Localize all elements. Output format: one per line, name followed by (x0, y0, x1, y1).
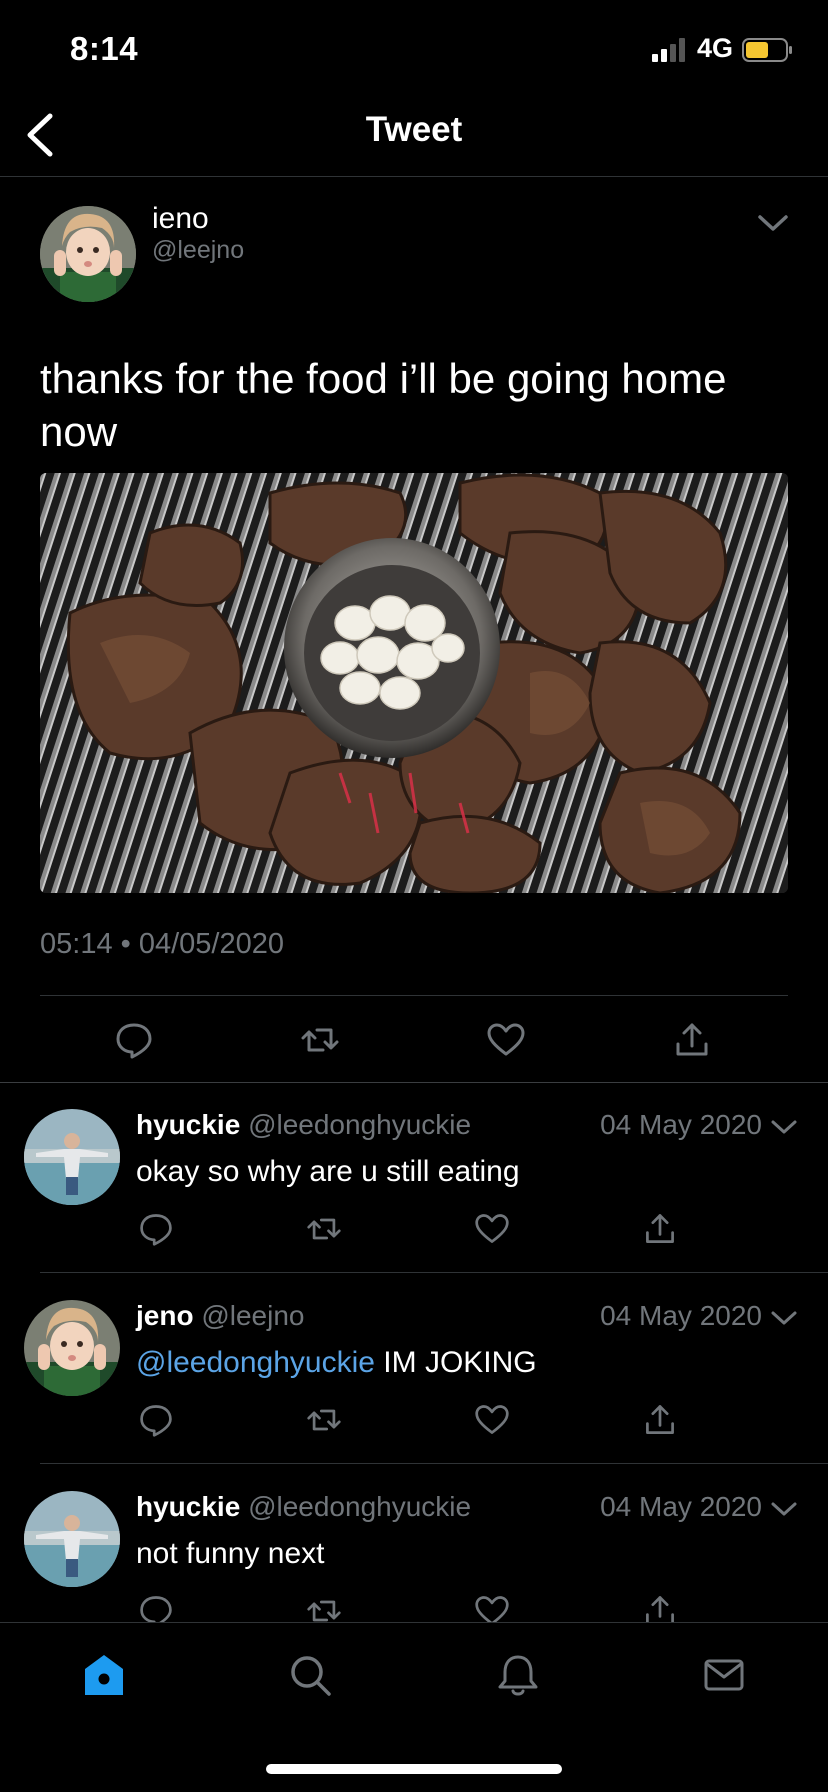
retweet-icon[interactable] (306, 1402, 342, 1438)
reply-text-body: not funny next (136, 1537, 325, 1570)
reply-author-name[interactable]: hyuckie (136, 1491, 240, 1522)
page-title: Tweet (365, 110, 463, 149)
reply-author-handle[interactable]: @leedonghyuckie (248, 1491, 471, 1522)
status-time: 8:14 (70, 30, 139, 67)
like-icon[interactable] (486, 1020, 526, 1060)
reply-header: jeno @leejno (136, 1300, 305, 1332)
reply-tweet[interactable]: hyuckie @leedonghyuckie 04 May 2020 okay… (0, 1083, 828, 1273)
reply-header: hyuckie @leedonghyuckie (136, 1491, 471, 1523)
reply-text: okay so why are u still eating (136, 1155, 520, 1189)
reply-author-handle[interactable]: @leejno (201, 1300, 304, 1331)
divider (40, 1272, 828, 1273)
status-bar: 8:14 4G (0, 0, 828, 100)
reply-text: not funny next (136, 1537, 324, 1571)
share-icon[interactable] (672, 1020, 712, 1060)
tweet-time: 05:14 (40, 928, 113, 960)
reply-author-handle[interactable]: @leedonghyuckie (248, 1109, 471, 1140)
reply-actions (136, 1402, 696, 1438)
network-type: 4G (697, 33, 734, 63)
retweet-icon[interactable] (300, 1020, 340, 1060)
author-handle[interactable]: @leejno (152, 236, 244, 265)
retweet-icon[interactable] (306, 1211, 342, 1247)
chevron-down-icon[interactable] (770, 1113, 798, 1141)
share-icon[interactable] (642, 1402, 678, 1438)
avatar[interactable] (24, 1491, 120, 1587)
share-icon[interactable] (642, 1211, 678, 1247)
reply-text-body: IM JOKING (383, 1346, 537, 1379)
battery-icon (742, 38, 794, 62)
reply-author-name[interactable]: jeno (136, 1300, 194, 1331)
search-icon[interactable] (288, 1653, 332, 1697)
reply-icon[interactable] (138, 1402, 174, 1438)
like-icon[interactable] (474, 1402, 510, 1438)
messages-icon[interactable] (702, 1653, 746, 1697)
reply-tweet[interactable]: jeno @leejno 04 May 2020 @leedonghyuckie… (0, 1274, 828, 1464)
chevron-down-icon[interactable] (770, 1495, 798, 1523)
tweet-text: thanks for the food i’ll be going home n… (40, 355, 727, 455)
tweet-actions (40, 1020, 788, 1060)
like-icon[interactable] (474, 1211, 510, 1247)
reply-text: @leedonghyuckie IM JOKING (136, 1346, 537, 1380)
reply-text-body: okay so why are u still eating (136, 1155, 520, 1188)
reply-icon[interactable] (114, 1020, 154, 1060)
reply-icon[interactable] (138, 1211, 174, 1247)
chevron-down-icon[interactable] (756, 206, 790, 240)
reply-header: hyuckie @leedonghyuckie (136, 1109, 471, 1141)
mention-link[interactable]: @leedonghyuckie (136, 1346, 375, 1379)
avatar[interactable] (24, 1109, 120, 1205)
chevron-down-icon[interactable] (770, 1304, 798, 1332)
reply-author-name[interactable]: hyuckie (136, 1109, 240, 1140)
author-name[interactable]: ieno (152, 202, 209, 236)
home-icon[interactable] (82, 1653, 126, 1697)
divider (40, 995, 788, 996)
reply-date: 04 May 2020 (600, 1491, 762, 1522)
nav-bar: Tweet (0, 100, 828, 177)
avatar[interactable] (40, 206, 136, 302)
notifications-icon[interactable] (496, 1653, 540, 1697)
tweet-photo[interactable] (40, 473, 788, 893)
divider (40, 1463, 828, 1464)
tweet-timestamp[interactable]: 05:14 • 04/05/2020 (40, 928, 284, 961)
home-indicator[interactable] (266, 1764, 562, 1774)
reply-date: 04 May 2020 (600, 1300, 762, 1331)
avatar[interactable] (24, 1300, 120, 1396)
reply-date: 04 May 2020 (600, 1109, 762, 1140)
meta-separator: • (120, 928, 131, 960)
reply-actions (136, 1211, 696, 1247)
tweet-date: 04/05/2020 (138, 928, 285, 960)
signal-icon (652, 38, 692, 62)
